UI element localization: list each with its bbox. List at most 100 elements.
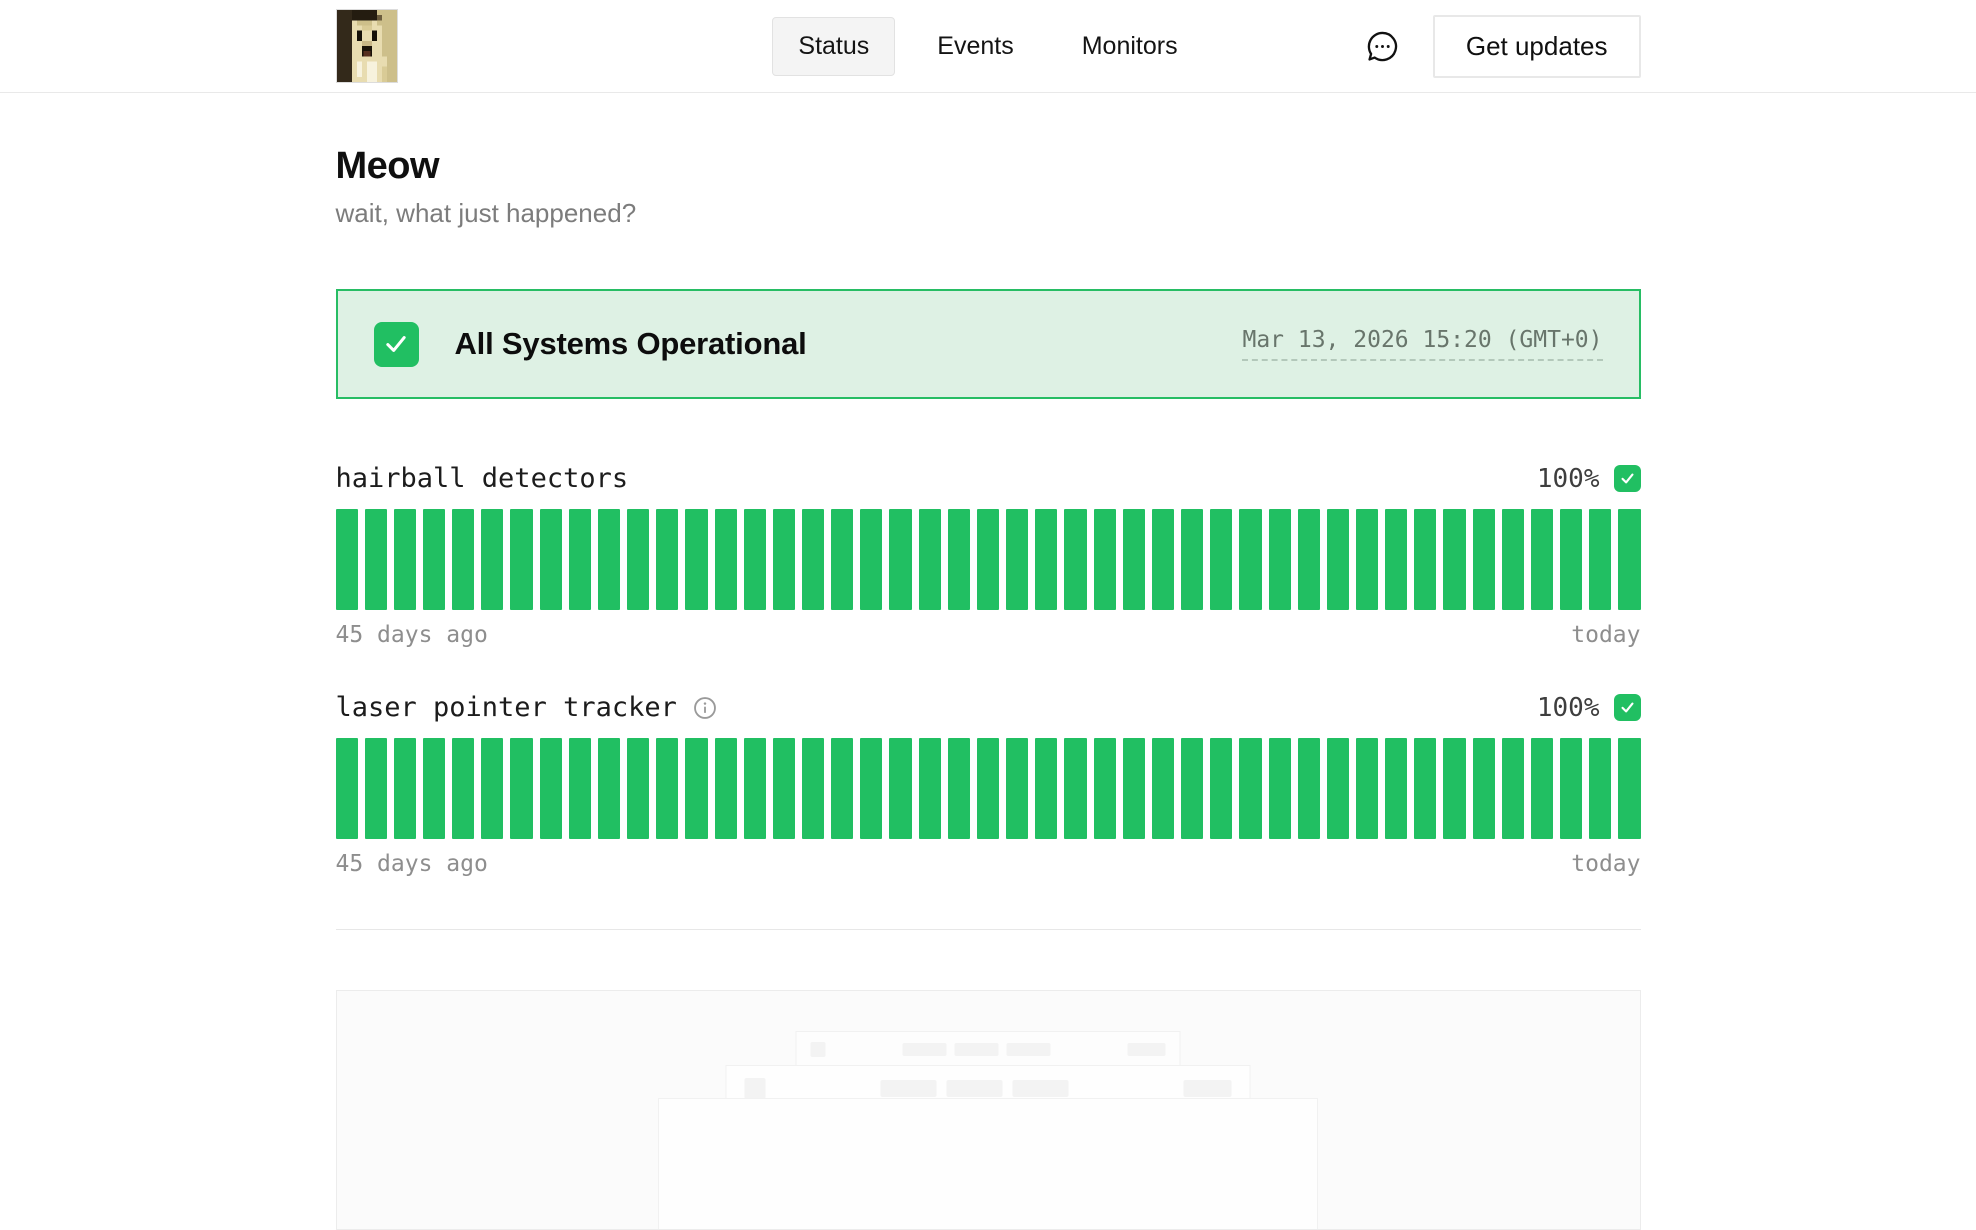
status-page-content: Meow wait, what just happened? All Syste… (336, 145, 1641, 1230)
uptime-bar[interactable] (598, 738, 620, 839)
uptime-bar[interactable] (1385, 509, 1407, 610)
uptime-bar[interactable] (1123, 509, 1145, 610)
uptime-bar[interactable] (685, 738, 707, 839)
uptime-bar[interactable] (1123, 738, 1145, 839)
uptime-bar[interactable] (1064, 738, 1086, 839)
uptime-bar[interactable] (715, 509, 737, 610)
uptime-bar[interactable] (685, 509, 707, 610)
uptime-bar[interactable] (1327, 509, 1349, 610)
uptime-bar[interactable] (1327, 738, 1349, 839)
uptime-bar[interactable] (423, 509, 445, 610)
uptime-bar[interactable] (1618, 509, 1640, 610)
uptime-bar[interactable] (1443, 509, 1465, 610)
uptime-bar[interactable] (394, 738, 416, 839)
uptime-bar[interactable] (452, 509, 474, 610)
site-logo[interactable] (336, 9, 398, 83)
uptime-bar[interactable] (656, 738, 678, 839)
uptime-bar[interactable] (656, 509, 678, 610)
uptime-bar[interactable] (1385, 738, 1407, 839)
uptime-bar[interactable] (1414, 509, 1436, 610)
uptime-bar[interactable] (1239, 509, 1261, 610)
uptime-bar[interactable] (1035, 509, 1057, 610)
uptime-bar[interactable] (1210, 738, 1232, 839)
uptime-bar[interactable] (336, 509, 358, 610)
uptime-bar[interactable] (510, 738, 532, 839)
uptime-bar[interactable] (540, 509, 562, 610)
uptime-bar[interactable] (1152, 738, 1174, 839)
uptime-bar[interactable] (1356, 738, 1378, 839)
uptime-bar[interactable] (569, 738, 591, 839)
uptime-bar[interactable] (1181, 509, 1203, 610)
uptime-bar[interactable] (831, 509, 853, 610)
tab-status[interactable]: Status (772, 17, 895, 76)
uptime-bar[interactable] (1473, 509, 1495, 610)
uptime-bar[interactable] (1618, 738, 1640, 839)
uptime-bar[interactable] (1094, 509, 1116, 610)
uptime-bar[interactable] (481, 509, 503, 610)
uptime-bar[interactable] (569, 509, 591, 610)
uptime-bar[interactable] (1531, 509, 1553, 610)
uptime-bar[interactable] (1414, 738, 1436, 839)
status-timestamp[interactable]: Mar 13, 2026 15:20 (GMT+0) (1242, 327, 1602, 361)
tab-events[interactable]: Events (911, 17, 1039, 76)
uptime-bar[interactable] (1589, 738, 1611, 839)
uptime-bar[interactable] (1269, 738, 1291, 839)
uptime-bar[interactable] (394, 509, 416, 610)
feedback-chat-button[interactable] (1364, 28, 1401, 65)
uptime-bar[interactable] (802, 738, 824, 839)
uptime-bar[interactable] (860, 738, 882, 839)
uptime-bar[interactable] (860, 509, 882, 610)
uptime-bar[interactable] (1589, 509, 1611, 610)
uptime-bar[interactable] (1502, 738, 1524, 839)
uptime-bar[interactable] (773, 509, 795, 610)
uptime-bar[interactable] (948, 738, 970, 839)
uptime-bar[interactable] (540, 738, 562, 839)
uptime-bar[interactable] (1239, 738, 1261, 839)
info-icon[interactable] (692, 695, 718, 721)
uptime-bar[interactable] (1094, 738, 1116, 839)
uptime-bar[interactable] (1560, 738, 1582, 839)
uptime-bar[interactable] (627, 738, 649, 839)
uptime-bar[interactable] (1560, 509, 1582, 610)
uptime-bar[interactable] (1152, 509, 1174, 610)
uptime-bar[interactable] (336, 738, 358, 839)
uptime-bar[interactable] (802, 509, 824, 610)
uptime-bar[interactable] (1443, 738, 1465, 839)
uptime-bar[interactable] (919, 738, 941, 839)
ghost-nav (903, 1043, 1051, 1056)
uptime-bar[interactable] (598, 509, 620, 610)
uptime-bar[interactable] (1298, 509, 1320, 610)
uptime-bar[interactable] (715, 738, 737, 839)
uptime-bar[interactable] (627, 509, 649, 610)
uptime-bar[interactable] (1356, 509, 1378, 610)
get-updates-button[interactable]: Get updates (1433, 15, 1641, 78)
uptime-bar[interactable] (1269, 509, 1291, 610)
uptime-bar[interactable] (1064, 509, 1086, 610)
uptime-bar[interactable] (948, 509, 970, 610)
uptime-bar[interactable] (1181, 738, 1203, 839)
tab-monitors[interactable]: Monitors (1056, 17, 1204, 76)
uptime-bar[interactable] (773, 738, 795, 839)
uptime-bar[interactable] (919, 509, 941, 610)
uptime-bar[interactable] (889, 509, 911, 610)
uptime-bar[interactable] (1210, 509, 1232, 610)
uptime-bar[interactable] (1531, 738, 1553, 839)
uptime-bar[interactable] (510, 509, 532, 610)
uptime-bar[interactable] (889, 738, 911, 839)
uptime-bar[interactable] (1473, 738, 1495, 839)
uptime-bar[interactable] (452, 738, 474, 839)
uptime-bar[interactable] (365, 738, 387, 839)
uptime-bar[interactable] (1298, 738, 1320, 839)
uptime-bar[interactable] (1006, 509, 1028, 610)
uptime-bar[interactable] (744, 738, 766, 839)
uptime-bar[interactable] (423, 738, 445, 839)
uptime-bar[interactable] (365, 509, 387, 610)
uptime-bar[interactable] (744, 509, 766, 610)
uptime-bar[interactable] (977, 738, 999, 839)
uptime-bar[interactable] (1035, 738, 1057, 839)
uptime-bar[interactable] (1502, 509, 1524, 610)
uptime-bar[interactable] (481, 738, 503, 839)
uptime-bar[interactable] (977, 509, 999, 610)
uptime-bar[interactable] (831, 738, 853, 839)
uptime-bar[interactable] (1006, 738, 1028, 839)
